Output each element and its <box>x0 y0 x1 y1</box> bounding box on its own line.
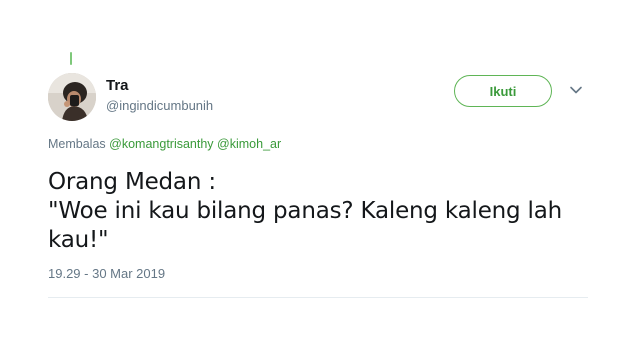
tweet-text: Orang Medan : "Woe ini kau bilang panas?… <box>48 168 603 255</box>
mention-link[interactable]: @komangtrisanthy <box>109 137 213 151</box>
chevron-down-icon[interactable] <box>568 82 584 98</box>
user-names: Tra @ingindicumbunih <box>106 77 213 115</box>
tweet-text-line: kau!" <box>48 227 109 253</box>
divider <box>48 297 588 298</box>
tweet-text-line: Orang Medan : <box>48 169 216 195</box>
tweet-page: Tra @ingindicumbunih Ikuti Membalas @kom… <box>0 0 640 360</box>
tweet-header: Tra @ingindicumbunih Ikuti <box>48 70 598 122</box>
reply-context: Membalas @komangtrisanthy @kimoh_ar <box>48 137 281 151</box>
follow-button[interactable]: Ikuti <box>454 75 552 107</box>
thread-connector-line <box>70 52 72 65</box>
mention-link[interactable]: @kimoh_ar <box>217 137 281 151</box>
avatar[interactable] <box>48 73 96 121</box>
reply-prefix: Membalas <box>48 137 106 151</box>
tweet-text-line: "Woe ini kau bilang panas? Kaleng kaleng… <box>48 198 563 224</box>
user-handle[interactable]: @ingindicumbunih <box>106 97 213 115</box>
avatar-photo <box>48 73 96 121</box>
tweet-timestamp[interactable]: 19.29 - 30 Mar 2019 <box>48 266 165 281</box>
display-name[interactable]: Tra <box>106 77 213 95</box>
